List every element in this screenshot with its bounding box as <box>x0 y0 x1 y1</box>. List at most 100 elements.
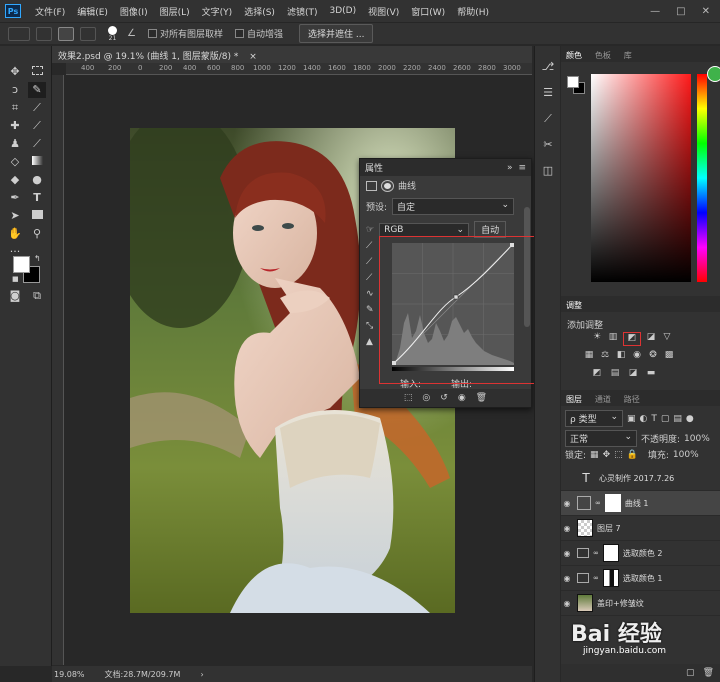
menu-window[interactable]: 窗口(W) <box>405 5 451 18</box>
link-icon[interactable]: ∞ <box>593 549 599 557</box>
info-panel-icon[interactable]: ◫ <box>540 164 556 180</box>
healing-brush-tool-icon[interactable]: ✚ <box>6 118 24 134</box>
curve-edit-icon[interactable]: ∿ <box>366 289 380 305</box>
menu-help[interactable]: 帮助(H) <box>451 5 495 18</box>
lock-all-icon[interactable]: 🔒 <box>627 450 638 460</box>
clipping-warning-icon[interactable]: ▲ <box>366 337 380 353</box>
visibility-icon[interactable]: ◉ <box>458 393 466 403</box>
document-size[interactable]: 文档:28.7M/209.7M <box>105 669 181 680</box>
brush-tool-icon[interactable]: ⟋ <box>28 118 46 134</box>
filter-type-icon[interactable]: T <box>651 414 657 424</box>
close-document-icon[interactable]: × <box>249 52 257 62</box>
quick-mask-icon[interactable]: ◙ <box>6 288 24 304</box>
opacity-value[interactable]: 100% <box>684 434 710 444</box>
brightness-contrast-icon[interactable]: ☀ <box>591 332 603 343</box>
path-selection-tool-icon[interactable]: ➤ <box>6 208 24 224</box>
filter-toggle-icon[interactable]: ● <box>686 414 694 424</box>
pencil-draw-icon[interactable]: ✎ <box>366 305 380 321</box>
eye-icon[interactable]: ◉ <box>561 599 573 608</box>
sample-all-layers-option[interactable]: 对所有图层取样 <box>147 27 223 40</box>
auto-enhance-option[interactable]: 自动增强 <box>234 27 283 40</box>
channel-mixer-icon[interactable]: ❂ <box>647 350 659 361</box>
tool-presets-icon[interactable]: ✂ <box>540 138 556 154</box>
hue-slider[interactable] <box>697 74 707 282</box>
gradient-tool-icon[interactable] <box>28 154 46 170</box>
tab-swatches[interactable]: 色板 <box>590 46 616 65</box>
preset-select[interactable]: 自定 ⌄ <box>392 198 515 215</box>
lasso-tool-icon[interactable]: ↄ <box>6 82 24 98</box>
status-arrow-icon[interactable]: › <box>200 670 203 679</box>
vibrance-icon[interactable]: ▽ <box>661 332 673 343</box>
photo-filter-icon[interactable]: ◉ <box>631 350 643 361</box>
layer-mask-thumbnail[interactable] <box>602 544 619 562</box>
link-icon[interactable]: ∞ <box>595 499 601 507</box>
lock-position-icon[interactable]: ✥ <box>603 450 611 460</box>
color-picker-field[interactable] <box>591 74 691 282</box>
menu-edit[interactable]: 编辑(E) <box>71 5 114 18</box>
eyedropper-white-icon[interactable]: ⟋ <box>366 273 380 289</box>
menu-3d[interactable]: 3D(D) <box>323 6 362 16</box>
menu-select[interactable]: 选择(S) <box>238 5 281 18</box>
posterize-icon[interactable]: ▤ <box>609 368 621 379</box>
curves-adjustment-icon[interactable] <box>366 180 377 191</box>
swap-colors-icon[interactable]: ↰ <box>34 254 41 263</box>
move-tool-icon[interactable]: ✥ <box>6 64 24 80</box>
add-to-selection-icon[interactable] <box>58 26 74 41</box>
auto-enhance-checkbox[interactable] <box>234 29 244 38</box>
cc-badge-icon[interactable] <box>707 66 720 82</box>
color-fg-swatch[interactable] <box>567 76 579 88</box>
history-panel-icon[interactable]: ⎇ <box>540 60 556 76</box>
marquee-tool-icon[interactable] <box>28 64 46 80</box>
eraser-tool-icon[interactable]: ◇ <box>6 154 24 170</box>
menu-view[interactable]: 视图(V) <box>362 5 405 18</box>
tab-layers[interactable]: 图层 <box>561 390 587 409</box>
crop-tool-icon[interactable]: ⌗ <box>6 100 24 116</box>
eyedropper-black-icon[interactable]: ⟋ <box>366 241 380 257</box>
layer-row[interactable]: ◉ ∞ 选取颜色 2 <box>561 541 720 566</box>
smooth-curve-icon[interactable]: ⤡ <box>366 321 380 337</box>
quick-selection-tool-preset-icon[interactable] <box>8 26 30 41</box>
screen-mode-icon[interactable]: ⧉ <box>28 288 46 304</box>
layer-mask-icon[interactable] <box>381 179 394 192</box>
brush-panel-icon[interactable]: ⟋ <box>540 112 556 128</box>
eye-icon[interactable]: ◉ <box>561 499 573 508</box>
color-lookup-icon[interactable]: ▩ <box>663 350 675 361</box>
sample-all-layers-checkbox[interactable] <box>147 29 157 38</box>
layer-row-selected[interactable]: ◉ ∞ 曲线 1 <box>561 491 720 516</box>
hand-tool-icon[interactable]: ✋ <box>6 226 24 242</box>
eye-icon[interactable]: ◉ <box>561 574 573 583</box>
black-white-icon[interactable]: ◧ <box>615 350 627 361</box>
new-layer-icon[interactable]: ▢ <box>686 668 695 678</box>
blur-tool-icon[interactable]: ◆ <box>6 172 24 188</box>
eyedropper-tool-icon[interactable]: ⟋ <box>28 100 46 116</box>
menu-type[interactable]: 文字(Y) <box>196 5 239 18</box>
filter-smart-icon[interactable]: ▤ <box>673 414 682 424</box>
layer-row[interactable]: T 心灵制作 2017.7.26 <box>561 466 720 491</box>
properties-panel-icon[interactable]: ☰ <box>540 86 556 102</box>
clip-to-layer-icon[interactable]: ⬚ <box>404 393 413 403</box>
menu-filter[interactable]: 滤镜(T) <box>281 5 324 18</box>
history-brush-tool-icon[interactable]: ⟋ <box>28 136 46 152</box>
pen-tool-icon[interactable]: ✒ <box>6 190 24 206</box>
view-previous-icon[interactable]: ◎ <box>422 393 430 403</box>
type-tool-icon[interactable]: T <box>28 190 46 206</box>
subtract-from-selection-icon[interactable] <box>80 26 96 41</box>
menu-layer[interactable]: 图层(L) <box>154 5 196 18</box>
close-window-button[interactable]: ✕ <box>702 6 710 17</box>
zoom-level[interactable]: 19.08% <box>54 670 85 679</box>
filter-pixel-icon[interactable]: ▣ <box>627 414 636 424</box>
blend-mode-select[interactable]: 正常 ⌄ <box>565 430 637 447</box>
dodge-tool-icon[interactable]: ● <box>28 172 46 188</box>
exposure-icon[interactable]: ◪ <box>645 332 657 343</box>
tab-color[interactable]: 颜色 <box>561 46 587 65</box>
lock-pixels-icon[interactable]: ▦ <box>590 450 599 460</box>
layer-kind-filter[interactable]: ρ 类型 ⌄ <box>565 410 623 427</box>
menu-image[interactable]: 图像(I) <box>114 5 154 18</box>
eye-icon[interactable]: ◉ <box>561 524 573 533</box>
default-colors-icon[interactable]: ■ <box>12 275 19 283</box>
document-tab[interactable]: 效果2.psd @ 19.1% (曲线 1, 图层蒙版/8) * × <box>52 46 532 63</box>
collapse-panel-icon[interactable]: » <box>507 163 513 173</box>
brush-size-picker[interactable]: 21 <box>108 25 117 42</box>
filter-shape-icon[interactable]: ▢ <box>661 414 670 424</box>
layer-row[interactable]: ◉ 盖印+修皱纹 <box>561 591 720 616</box>
